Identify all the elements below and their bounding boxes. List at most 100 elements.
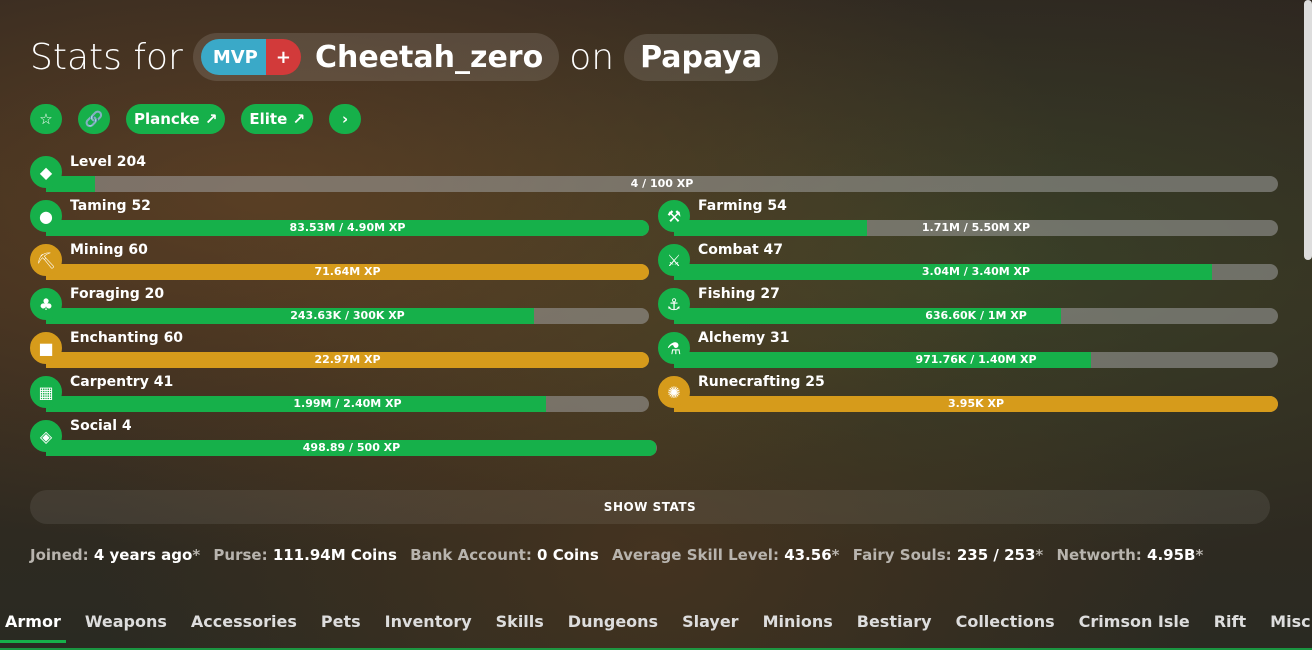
alchemy-icon: ⚗ [658, 332, 690, 364]
skill-name: Mining 60 [70, 242, 148, 258]
tab-dungeons[interactable]: Dungeons [568, 612, 658, 645]
skill-xp: 22.97M XP [314, 353, 381, 366]
avg-skill-footnote[interactable]: * [832, 546, 840, 564]
plancke-button[interactable]: Plancke ↗ [126, 104, 226, 134]
skill-xp: 83.53M / 4.90M XP [289, 221, 406, 234]
profile-switcher[interactable]: Papaya [624, 33, 779, 81]
combat-icon: ⚔ [658, 244, 690, 276]
avg-skill-label: Average Skill Level: [612, 546, 779, 564]
avg-skill-value: 43.56 [784, 546, 832, 564]
favorite-button[interactable]: ☆ [30, 104, 62, 134]
tab-weapons[interactable]: Weapons [85, 612, 167, 645]
skill-fishing: ⚓ Fishing 27 636.60K / 1M XP [658, 286, 1278, 324]
tab-slayer[interactable]: Slayer [682, 612, 738, 645]
purse-label: Purse: [213, 546, 268, 564]
tab-collections[interactable]: Collections [956, 612, 1055, 645]
skill-foraging: ♣ Foraging 20 243.63K / 300K XP [30, 286, 649, 324]
skill-bar: 4 / 100 XP [46, 176, 1278, 192]
title-on: on [569, 36, 615, 78]
tab-pets[interactable]: Pets [321, 612, 361, 645]
skill-bar: 1.71M / 5.50M XP [674, 220, 1278, 236]
skill-xp: 4 / 100 XP [630, 177, 694, 190]
tab-inventory[interactable]: Inventory [385, 612, 472, 645]
tab-armor[interactable]: Armor [0, 612, 66, 645]
rank-mvp: MVP [200, 39, 266, 75]
tab-bestiary[interactable]: Bestiary [857, 612, 932, 645]
skill-xp: 243.63K / 300K XP [290, 309, 405, 322]
joined-value: 4 years ago [93, 546, 193, 564]
tab-rift[interactable]: Rift [1214, 612, 1246, 645]
networth-footnote[interactable]: * [1196, 546, 1204, 564]
chevron-right-icon: › [341, 110, 349, 128]
skill-bar: 22.97M XP [46, 352, 649, 368]
skill-name: Enchanting 60 [70, 330, 184, 346]
show-stats-button[interactable]: SHOW STATS [30, 490, 1270, 524]
level-icon: ◆ [30, 156, 62, 188]
rank-badge: MVP + [200, 39, 301, 75]
joined-label: Joined: [30, 546, 89, 564]
skill-name: Combat 47 [698, 242, 783, 258]
skill-bar: 1.99M / 2.40M XP [46, 396, 649, 412]
skill-bar: 71.64M XP [46, 264, 649, 280]
elite-label: Elite [249, 110, 288, 128]
skill-name: Level 204 [70, 154, 146, 170]
more-button[interactable]: › [329, 104, 362, 134]
fairy-souls-footnote[interactable]: * [1035, 546, 1043, 564]
star-icon: ☆ [39, 110, 53, 128]
fishing-icon: ⚓ [658, 288, 690, 320]
carpentry-icon: ▦ [30, 376, 62, 408]
social-icon: ◈ [30, 420, 62, 452]
player-pill: MVP + Cheetah_zero [192, 33, 560, 81]
skill-combat: ⚔ Combat 47 3.04M / 3.40M XP [658, 242, 1278, 280]
tab-minions[interactable]: Minions [763, 612, 833, 645]
farming-icon: ⚒ [658, 200, 690, 232]
skill-bar: 971.76K / 1.40M XP [674, 352, 1278, 368]
runecrafting-icon: ✺ [658, 376, 690, 408]
fairy-souls-value: 235 / 253 [956, 546, 1036, 564]
tab-misc[interactable]: Misc [1270, 612, 1310, 645]
skill-name: Foraging 20 [70, 286, 165, 302]
skill-alchemy: ⚗ Alchemy 31 971.76K / 1.40M XP [658, 330, 1278, 368]
networth-value: 4.95B [1147, 546, 1196, 564]
bank-label: Bank Account: [410, 546, 532, 564]
skill-name: Runecrafting 25 [698, 374, 825, 390]
skill-social: ◈ Social 4 498.89 / 500 XP [30, 418, 657, 456]
skill-name: Taming 52 [70, 198, 151, 214]
skill-bar: 243.63K / 300K XP [46, 308, 649, 324]
tab-crimson-isle[interactable]: Crimson Isle [1079, 612, 1190, 645]
skill-runecrafting: ✺ Runecrafting 25 3.95K XP [658, 374, 1278, 412]
rank-plus: + [265, 39, 301, 75]
skill-xp: 636.60K / 1M XP [925, 309, 1027, 322]
joined-footnote[interactable]: * [192, 546, 200, 564]
fairy-souls-label: Fairy Souls: [852, 546, 952, 564]
plancke-label: Plancke [134, 110, 200, 128]
tab-accessories[interactable]: Accessories [191, 612, 297, 645]
mining-icon: ⛏ [30, 244, 62, 276]
link-icon: 🔗 [84, 110, 104, 128]
skill-taming: ● Taming 52 83.53M / 4.90M XP [30, 198, 649, 236]
skill-enchanting: ■ Enchanting 60 22.97M XP [30, 330, 649, 368]
skill-xp: 498.89 / 500 XP [302, 441, 401, 454]
enchanting-icon: ■ [30, 332, 62, 364]
skill-farming: ⚒ Farming 54 1.71M / 5.50M XP [658, 198, 1278, 236]
page-title: Stats for MVP + Cheetah_zero on Papaya [30, 30, 779, 84]
page-scrollbar[interactable] [1304, 0, 1312, 260]
external-link-icon: ↗ [204, 110, 218, 128]
elite-button[interactable]: Elite ↗ [241, 104, 314, 134]
profile-summary: Joined: 4 years ago* Purse: 111.94M Coin… [30, 546, 1211, 564]
external-link-icon: ↗ [292, 110, 306, 128]
skill-name: Fishing 27 [698, 286, 780, 302]
skill-name: Social 4 [70, 418, 132, 434]
skill-bar: 636.60K / 1M XP [674, 308, 1278, 324]
tab-skills[interactable]: Skills [496, 612, 544, 645]
copy-link-button[interactable]: 🔗 [78, 104, 110, 134]
skill-bar: 83.53M / 4.90M XP [46, 220, 649, 236]
title-prefix: Stats for [30, 36, 183, 78]
skill-bar: 498.89 / 500 XP [46, 440, 657, 456]
skill-name: Farming 54 [698, 198, 787, 214]
skill-xp: 3.04M / 3.40M XP [921, 265, 1031, 278]
skill-carpentry: ▦ Carpentry 41 1.99M / 2.40M XP [30, 374, 649, 412]
player-name: Cheetah_zero [314, 39, 544, 75]
purse-value: 111.94M Coins [272, 546, 397, 564]
foraging-icon: ♣ [30, 288, 62, 320]
